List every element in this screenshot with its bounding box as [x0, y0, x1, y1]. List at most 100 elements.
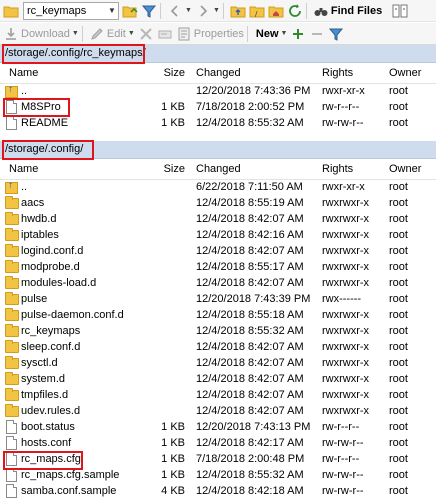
new-button[interactable]: New ▼: [254, 25, 288, 43]
folder-icon: [5, 276, 19, 289]
find-files-button[interactable]: Find Files: [313, 2, 382, 20]
file-name: samba.conf.sample: [21, 485, 117, 497]
rename-icon[interactable]: [157, 26, 173, 42]
file-rights: rwxrwxr-x: [322, 213, 370, 225]
file-row[interactable]: system.d 12/4/2018 8:42:07 AM rwxrwxr-x roo…: [0, 372, 436, 388]
properties-label: Properties: [193, 27, 244, 40]
file-row[interactable]: sysctl.d 12/4/2018 8:42:07 AM rwxrwxr-x roo…: [0, 356, 436, 372]
folder-icon: [5, 212, 19, 225]
file-row[interactable]: rc_keymaps 12/4/2018 8:55:32 AM rwxrwxr-x r…: [0, 324, 436, 340]
file-row[interactable]: modules-load.d 12/4/2018 8:42:07 AM rwxrwx…: [0, 276, 436, 292]
column-header-rights[interactable]: Rights: [322, 67, 353, 79]
add-icon[interactable]: [290, 26, 306, 42]
file-row[interactable]: logind.conf.d 12/4/2018 8:42:07 AM rwxrwxr…: [0, 244, 436, 260]
file-name: ..: [21, 85, 28, 97]
file-row[interactable]: README 1 KB 12/4/2018 8:55:32 AM rw-rw-r-- r…: [0, 116, 436, 132]
remove-icon[interactable]: [309, 26, 325, 42]
file-name: modules-load.d: [21, 277, 97, 289]
file-row[interactable]: tmpfiles.d 12/4/2018 8:42:07 AM rwxrwxr-x r…: [0, 388, 436, 404]
file-row[interactable]: aacs 12/4/2018 8:55:19 AM rwxrwxr-x root: [0, 196, 436, 212]
file-icon: [5, 468, 17, 482]
column-header-changed[interactable]: Changed: [196, 163, 241, 175]
folder-icon: [5, 324, 19, 337]
filter-icon[interactable]: [328, 26, 344, 42]
forward-arrow-icon[interactable]: [195, 3, 211, 19]
file-rights: rw-r--r--: [322, 453, 360, 465]
parent-folder-icon[interactable]: [230, 3, 246, 19]
toolbar-separator: [305, 2, 307, 19]
file-size: 1 KB: [161, 101, 185, 113]
file-changed: 12/4/2018 8:42:07 AM: [196, 213, 304, 225]
file-row[interactable]: rc_maps.cfg.sample 1 KB 12/4/2018 8:55:32 …: [0, 468, 436, 484]
file-changed: 12/4/2018 8:55:32 AM: [196, 469, 304, 481]
column-header-rights[interactable]: Rights: [322, 163, 353, 175]
file-row[interactable]: .. 6/22/2018 7:11:50 AM rwxr-xr-x root: [0, 180, 436, 196]
file-rights: rwxrwxr-x: [322, 325, 370, 337]
column-header-owner[interactable]: Owner: [389, 163, 421, 175]
home-folder-icon[interactable]: [268, 3, 284, 19]
pencil-icon: [89, 26, 105, 42]
folder-icon: [5, 244, 19, 257]
file-changed: 12/4/2018 8:55:32 AM: [196, 117, 304, 129]
column-header-changed[interactable]: Changed: [196, 67, 241, 79]
path-bar[interactable]: /storage/.config/: [0, 141, 436, 159]
file-rights: rwxrwxr-x: [322, 357, 370, 369]
file-name: M8SPro: [21, 101, 61, 113]
file-name: README: [21, 117, 69, 129]
column-header-size[interactable]: Size: [164, 67, 185, 79]
file-owner: root: [389, 389, 408, 401]
file-rights: rw-rw-r--: [322, 437, 364, 449]
folder-combo[interactable]: rc_keymaps ▼: [23, 1, 119, 20]
file-name: logind.conf.d: [21, 245, 84, 257]
forward-dropdown-icon[interactable]: ▼: [213, 7, 220, 14]
edit-button[interactable]: Edit ▼: [89, 25, 135, 43]
file-owner: root: [389, 485, 408, 497]
filter-icon[interactable]: [141, 3, 157, 19]
file-owner: root: [389, 101, 408, 113]
file-changed: 12/4/2018 8:42:17 AM: [196, 437, 304, 449]
download-button[interactable]: Download ▼: [3, 25, 79, 43]
back-dropdown-icon[interactable]: ▼: [185, 7, 192, 14]
column-header-owner[interactable]: Owner: [389, 67, 421, 79]
file-row[interactable]: rc_maps.cfg 1 KB 7/18/2018 2:00:48 PM rw-r-…: [0, 452, 436, 468]
file-row[interactable]: udev.rules.d 12/4/2018 8:42:07 AM rwxrwxr-…: [0, 404, 436, 420]
file-owner: root: [389, 181, 408, 193]
file-size: 1 KB: [161, 453, 185, 465]
parent-directory-icon: [5, 180, 18, 194]
folder-icon: [5, 356, 19, 369]
refresh-icon[interactable]: [287, 3, 303, 19]
file-row[interactable]: M8SPro 1 KB 7/18/2018 2:00:52 PM rw-r--r-- r…: [0, 100, 436, 116]
file-rights: rw-r--r--: [322, 421, 360, 433]
file-owner: root: [389, 405, 408, 417]
file-name: sysctl.d: [21, 357, 58, 369]
open-folder-icon[interactable]: [122, 3, 138, 19]
column-header-size[interactable]: Size: [164, 163, 185, 175]
file-row[interactable]: iptables 12/4/2018 8:42:16 AM rwxrwxr-x roo…: [0, 228, 436, 244]
file-row[interactable]: pulse-daemon.conf.d 12/4/2018 8:55:18 AM r…: [0, 308, 436, 324]
file-owner: root: [389, 421, 408, 433]
toolbar-actions: Download ▼ Edit ▼ Properties New ▼: [0, 23, 436, 45]
folder-combo-value: rc_keymaps: [27, 4, 87, 17]
file-row[interactable]: pulse 12/20/2018 7:43:39 PM rwx------ root: [0, 292, 436, 308]
file-row[interactable]: samba.conf.sample 4 KB 12/4/2018 8:42:18 A…: [0, 484, 436, 500]
root-folder-icon[interactable]: /: [249, 3, 265, 19]
column-header-name[interactable]: Name: [9, 67, 38, 79]
file-owner: root: [389, 277, 408, 289]
file-row[interactable]: .. 12/20/2018 7:43:36 PM rwxr-xr-x root: [0, 84, 436, 100]
file-row[interactable]: boot.status 1 KB 12/20/2018 7:43:13 PM rw-r…: [0, 420, 436, 436]
properties-button[interactable]: Properties: [176, 25, 244, 43]
file-name: system.d: [21, 373, 66, 385]
folder-icon: [5, 196, 19, 209]
column-header-name[interactable]: Name: [9, 163, 38, 175]
folder-icon: [5, 308, 19, 321]
path-bar[interactable]: /storage/.config/rc_keymaps/: [0, 45, 436, 63]
find-files-label: Find Files: [330, 4, 383, 17]
folder-icon: [5, 388, 19, 401]
delete-icon[interactable]: [138, 26, 154, 42]
compare-icon[interactable]: [392, 3, 408, 19]
file-row[interactable]: hosts.conf 1 KB 12/4/2018 8:42:17 AM rw-rw-…: [0, 436, 436, 452]
file-row[interactable]: sleep.conf.d 12/4/2018 8:42:07 AM rwxrwxr-…: [0, 340, 436, 356]
file-row[interactable]: hwdb.d 12/4/2018 8:42:07 AM rwxrwxr-x root: [0, 212, 436, 228]
file-row[interactable]: modprobe.d 12/4/2018 8:55:17 AM rwxrwxr-x r…: [0, 260, 436, 276]
back-arrow-icon[interactable]: [167, 3, 183, 19]
